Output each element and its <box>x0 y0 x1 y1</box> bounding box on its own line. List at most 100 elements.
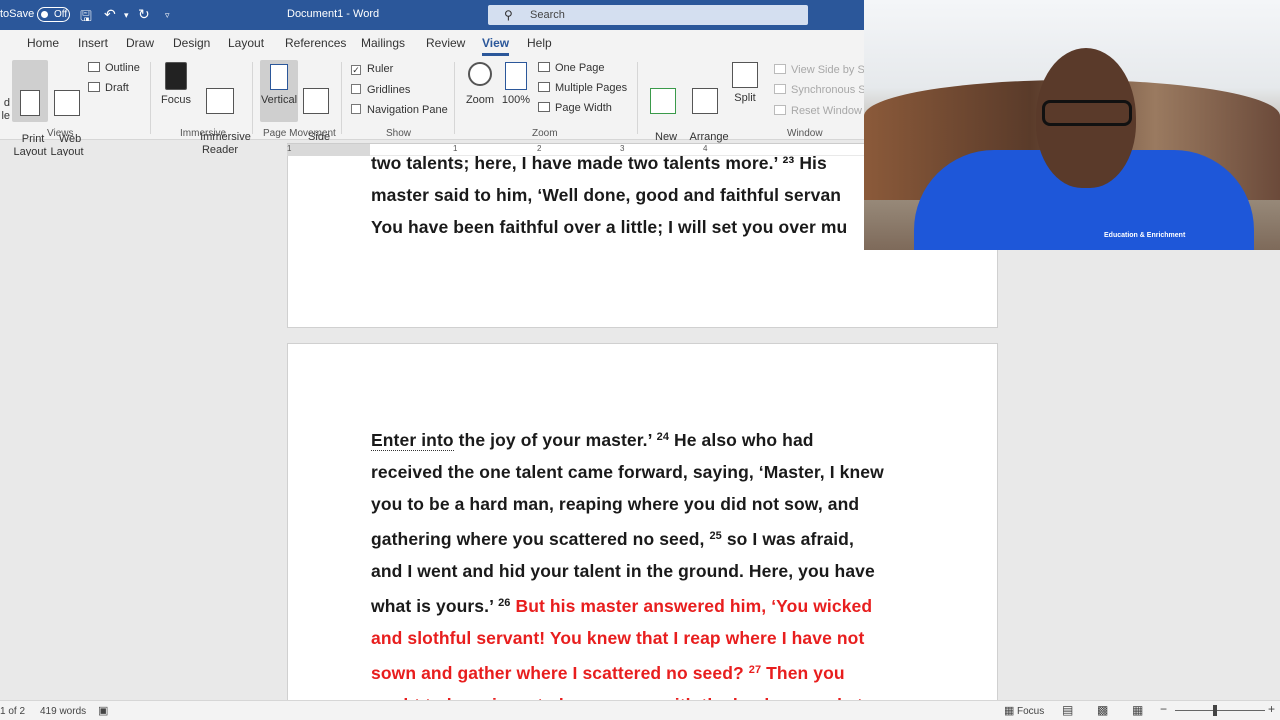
focus-mode-label[interactable]: Focus <box>1017 706 1044 717</box>
new-window-icon <box>650 88 676 114</box>
reset-window-position-icon <box>774 105 786 115</box>
window-group-label: Window <box>787 128 823 139</box>
verse-number: 27 <box>748 664 762 676</box>
immersive-reader-icon <box>206 88 234 114</box>
tab-view[interactable]: View <box>482 36 510 56</box>
red-text-line: ought to have invested my money with the… <box>371 689 931 700</box>
synchronous-scrolling-label: Synchronous Sc <box>791 84 872 96</box>
word-count[interactable]: 419 words <box>40 706 86 717</box>
page-2-text[interactable]: Enter into the joy of your master.’ 24 H… <box>371 421 931 700</box>
view-side-by-side-icon <box>774 64 786 74</box>
focus-mode-icon[interactable]: ▦ <box>1004 704 1014 717</box>
group-separator <box>252 62 253 134</box>
view-side-by-side-button[interactable]: View Side by Si <box>774 64 867 76</box>
search-placeholder: Search <box>530 9 565 21</box>
navigation-pane-check-icon <box>351 104 361 114</box>
ruler-number: 4 <box>703 144 708 153</box>
tab-references[interactable]: References <box>285 36 346 50</box>
views-group-label: Views <box>47 128 74 139</box>
page-count[interactable]: 1 of 2 <box>0 706 25 717</box>
outline-icon <box>88 62 100 72</box>
zoom-in-icon[interactable]: + <box>1268 702 1275 716</box>
outline-button[interactable]: Outline <box>88 62 140 74</box>
synchronous-scrolling-icon <box>774 84 786 94</box>
tab-design[interactable]: Design <box>173 36 210 50</box>
tab-mailings[interactable]: Mailings <box>361 36 405 50</box>
gridlines-checkbox[interactable]: Gridlines <box>351 84 410 96</box>
reset-window-position-button[interactable]: Reset Window P <box>774 105 872 117</box>
multiple-pages-label: Multiple Pages <box>555 82 628 94</box>
redo-icon[interactable]: ↻ <box>138 6 150 23</box>
text-line: two talents; here, I have made two talen… <box>371 156 827 173</box>
immersive-group-label: Immersive <box>180 128 227 139</box>
ruler-checkbox[interactable]: ✓ Ruler <box>351 63 393 75</box>
zoom-100-button[interactable]: 100% <box>500 62 532 107</box>
text-line: Enter into the joy of your master.’ 24 H… <box>371 421 931 456</box>
text-run: so I was afraid, <box>721 529 854 549</box>
webcam-person-glasses <box>1042 100 1132 126</box>
ruler-number: 3 <box>620 144 625 153</box>
undo-icon[interactable]: ↶ <box>104 6 116 23</box>
navigation-pane-checkbox[interactable]: Navigation Pane <box>351 104 448 116</box>
print-layout-button[interactable]: Print Layout <box>12 60 48 158</box>
focus-icon <box>165 62 187 90</box>
text-line: you to be a hard man, reaping where you … <box>371 494 860 514</box>
page-2[interactable]: Enter into the joy of your master.’ 24 H… <box>287 343 998 700</box>
red-text-line: and slothful servant! You knew that I re… <box>371 628 865 648</box>
tab-layout[interactable]: Layout <box>228 36 264 50</box>
page-movement-group-label: Page Movement <box>263 128 336 139</box>
web-layout-icon <box>54 90 80 116</box>
text-line: received the one talent came forward, sa… <box>371 462 884 482</box>
search-box[interactable]: ⚲ Search <box>488 5 808 25</box>
multiple-pages-icon <box>538 82 550 92</box>
multiple-pages-button[interactable]: Multiple Pages <box>538 82 627 94</box>
tab-help[interactable]: Help <box>527 36 552 50</box>
status-bar: 1 of 2 419 words ▣ ▦ Focus ▤ ▩ ▦ − + <box>0 700 1280 720</box>
zoom-label: Zoom <box>465 94 495 106</box>
reset-window-position-label: Reset Window P <box>791 105 873 117</box>
split-button[interactable]: Split <box>728 62 762 105</box>
web-layout-button[interactable]: Web Layout <box>50 60 84 159</box>
draft-button[interactable]: Draft <box>88 82 129 94</box>
zoom-slider-thumb[interactable] <box>1213 705 1217 716</box>
focus-button[interactable]: Focus <box>158 62 194 107</box>
read-mode-button[interactable]: d le <box>0 62 10 123</box>
immersive-reader-button[interactable]: Immersive Reader <box>194 62 251 157</box>
proofing-icon[interactable]: ▣ <box>98 704 108 717</box>
outline-label: Outline <box>105 62 140 74</box>
text-run: what is yours.’ <box>371 596 499 616</box>
one-page-label: One Page <box>555 62 605 74</box>
page-width-icon <box>538 102 550 112</box>
text-line: You have been faithful over a little; I … <box>371 217 848 237</box>
zoom-out-icon[interactable]: − <box>1160 702 1167 716</box>
tab-review[interactable]: Review <box>426 36 465 50</box>
save-icon[interactable]: 🖫 <box>80 6 92 30</box>
ruler-number: 2 <box>537 144 542 153</box>
view-side-by-side-label: View Side by Si <box>791 64 868 76</box>
zoom-slider[interactable] <box>1175 710 1265 711</box>
autosave-toggle[interactable]: Off <box>37 7 70 22</box>
draft-label: Draft <box>105 82 129 94</box>
undo-dropdown-icon[interactable]: ▾ <box>124 10 129 21</box>
customize-qat-icon[interactable]: ▿ <box>165 10 170 21</box>
page-width-button[interactable]: Page Width <box>538 102 612 114</box>
ruler-check-icon: ✓ <box>351 65 361 75</box>
tab-draw[interactable]: Draw <box>126 36 154 50</box>
zoom-magnifier-icon <box>468 62 492 86</box>
one-page-button[interactable]: One Page <box>538 62 605 74</box>
navigation-pane-label: Navigation Pane <box>367 104 448 116</box>
text-run: gathering where you scattered no seed, <box>371 529 710 549</box>
print-layout-view-icon[interactable]: ▩ <box>1097 703 1108 717</box>
read-mode-icon[interactable]: ▤ <box>1062 703 1073 717</box>
zoom-button[interactable]: Zoom <box>463 62 497 107</box>
horizontal-ruler[interactable]: 1 1 2 3 4 <box>287 143 864 156</box>
shirt-logo-text: Education & Enrichment <box>1104 232 1186 239</box>
page-1-text[interactable]: two talents; here, I have made two talen… <box>371 156 871 243</box>
tab-home[interactable]: Home <box>27 36 59 50</box>
text-line: and I went and hid your talent in the gr… <box>371 561 875 581</box>
vertical-button[interactable]: Vertical <box>260 60 298 122</box>
draft-icon <box>88 82 100 92</box>
tab-insert[interactable]: Insert <box>78 36 108 50</box>
synchronous-scrolling-button[interactable]: Synchronous Sc <box>774 84 871 96</box>
web-layout-view-icon[interactable]: ▦ <box>1132 703 1143 717</box>
